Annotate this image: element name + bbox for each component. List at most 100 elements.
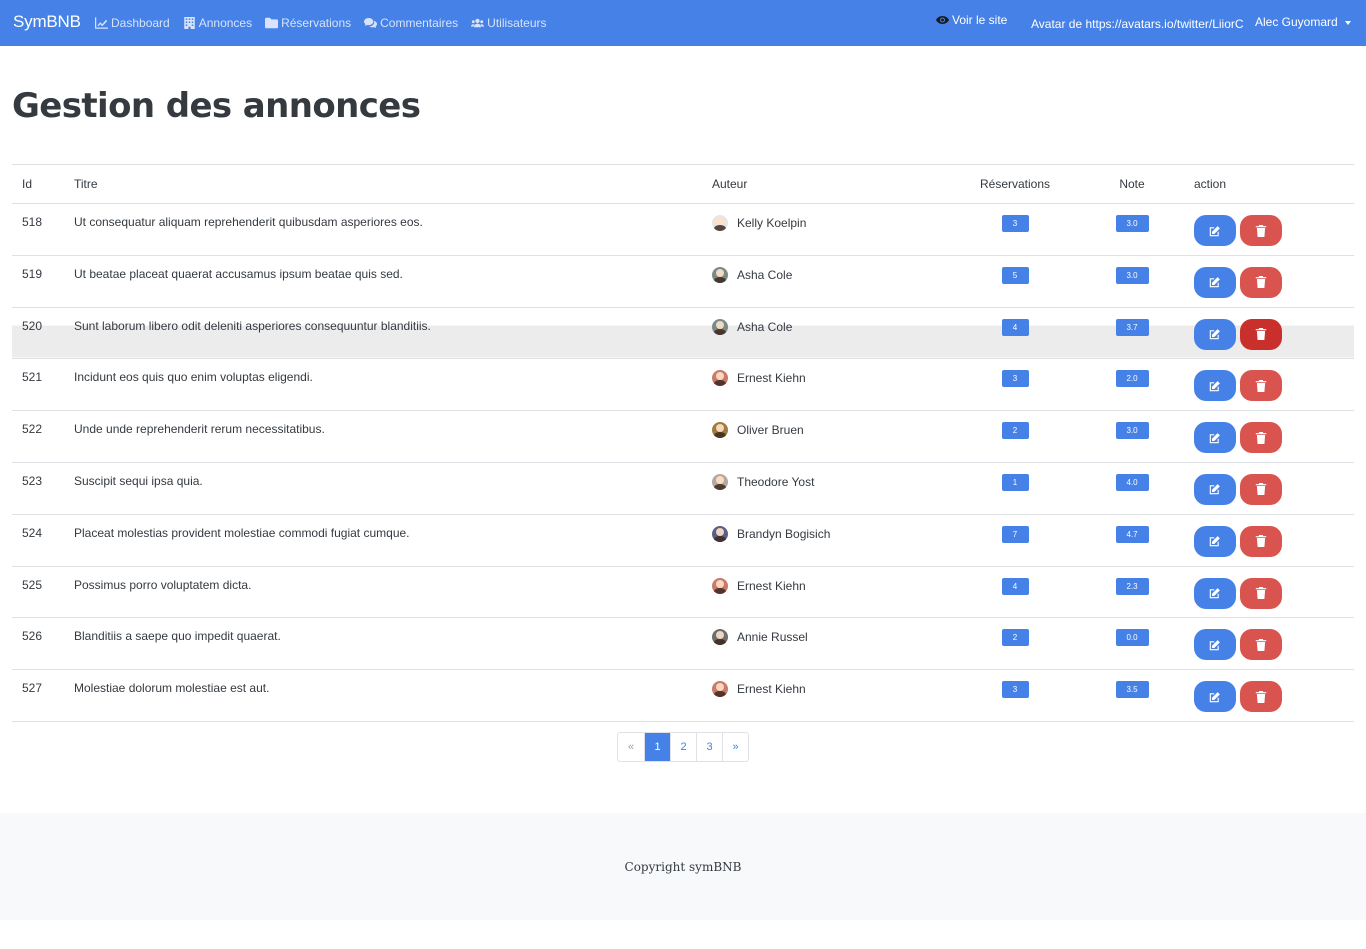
cell-author: Brandyn Bogisich: [712, 514, 960, 566]
cell-reservations: 4: [960, 307, 1070, 359]
delete-button[interactable]: [1240, 266, 1282, 298]
author-avatar: [712, 370, 728, 387]
nav-link-utilisateurs[interactable]: Utilisateurs: [471, 16, 547, 30]
cell-title: Blanditiis a saepe quo impedit quaerat.: [74, 629, 281, 644]
delete-button[interactable]: [1240, 422, 1282, 454]
note-badge: 0.0: [1115, 629, 1149, 647]
nav-link-label: Dashboard: [111, 16, 170, 30]
table-row: 522 Unde unde reprehenderit rerum necessi…: [12, 411, 1354, 463]
nav-link-reservations[interactable]: Réservations: [265, 16, 351, 30]
cell-id: 519: [22, 266, 43, 281]
author-name: Ernest Kiehn: [737, 371, 806, 386]
edit-button[interactable]: [1194, 473, 1236, 505]
author-avatar: [712, 473, 728, 490]
cell-author: Asha Cole: [712, 307, 960, 359]
footer: Copyright symBNB: [0, 813, 1366, 920]
reservations-badge: 4: [1001, 577, 1029, 595]
header-title: Titre: [74, 177, 98, 191]
edit-button[interactable]: [1194, 370, 1236, 402]
edit-button[interactable]: [1194, 525, 1236, 557]
cell-author: Oliver Bruen: [712, 411, 960, 463]
trash-icon: [1255, 431, 1267, 444]
table-row: 525 Possimus porro voluptatem dicta. Ernes…: [12, 566, 1354, 618]
delete-button[interactable]: [1240, 473, 1282, 505]
cell-title: Incidunt eos quis quo enim voluptas elig…: [74, 370, 313, 385]
cell-action: [1194, 359, 1354, 411]
nav-link-dashboard[interactable]: Dashboard: [95, 16, 170, 30]
cell-author: Kelly Koelpin: [712, 204, 960, 256]
author-name: Theodore Yost: [737, 474, 815, 489]
header-action: action: [1194, 177, 1227, 191]
building-icon: [183, 17, 195, 29]
page-title: Gestion des annonces: [12, 86, 421, 126]
ads-table-container: Id Titre Auteur Réservations Note action…: [12, 164, 1354, 722]
cell-author: Annie Russel: [712, 618, 960, 670]
cell-reservations: 4: [960, 566, 1070, 618]
cell-reservations: 2: [960, 618, 1070, 670]
author-avatar: [712, 525, 728, 542]
pagination-page-2[interactable]: 2: [670, 733, 696, 761]
cell-reservations: 7: [960, 514, 1070, 566]
cell-action: [1194, 307, 1354, 359]
cell-note: 2.3: [1070, 566, 1194, 618]
cell-id: 527: [22, 681, 43, 696]
delete-button[interactable]: [1240, 577, 1282, 609]
reservations-badge: 2: [1001, 422, 1029, 440]
author-avatar: [712, 681, 728, 698]
nav-link-annonces[interactable]: Annonces: [183, 16, 252, 30]
delete-button[interactable]: [1240, 525, 1282, 557]
cell-reservations: 2: [960, 411, 1070, 463]
user-dropdown-toggle[interactable]: Avatar de https://avatars.io/twitter/Lii…: [1031, 15, 1351, 32]
author-avatar: [712, 629, 728, 646]
delete-button[interactable]: [1240, 629, 1282, 661]
edit-button[interactable]: [1194, 266, 1236, 298]
cell-title: Ut beatae placeat quaerat accusamus ipsu…: [74, 266, 403, 281]
edit-button[interactable]: [1194, 422, 1236, 454]
author-name: Annie Russel: [737, 630, 808, 645]
cell-reservations: 1: [960, 462, 1070, 514]
trash-icon: [1255, 224, 1267, 237]
author-name: Brandyn Bogisich: [737, 526, 831, 541]
table-row: 521 Incidunt eos quis quo enim voluptas e…: [12, 359, 1354, 411]
author-avatar: [712, 215, 728, 231]
user-avatar-alt-text: Avatar de https://avatars.io/twitter/Lii…: [1031, 17, 1244, 31]
cell-action: [1194, 670, 1354, 722]
edit-button[interactable]: [1194, 681, 1236, 713]
pagination-page-3[interactable]: 3: [696, 733, 722, 761]
pagination-prev[interactable]: «: [618, 733, 644, 761]
pagination-page-1[interactable]: 1: [644, 733, 670, 761]
cell-title: Suscipit sequi ipsa quia.: [74, 473, 203, 488]
cell-title: Ut consequatur aliquam reprehenderit qui…: [74, 215, 423, 229]
reservations-badge: 3: [1001, 215, 1029, 232]
delete-button[interactable]: [1240, 215, 1282, 246]
nav-link-label: Annonces: [198, 16, 253, 30]
edit-button[interactable]: [1194, 318, 1236, 350]
edit-button[interactable]: [1194, 215, 1236, 246]
cell-title: Unde unde reprehenderit rerum necessitat…: [74, 422, 325, 437]
note-badge: 4.7: [1115, 525, 1149, 543]
edit-button[interactable]: [1194, 577, 1236, 609]
cell-action: [1194, 462, 1354, 514]
cell-author: Theodore Yost: [712, 462, 960, 514]
nav-link-commentaires[interactable]: Commentaires: [364, 16, 458, 30]
cell-id: 522: [22, 422, 43, 437]
cell-note: 4.7: [1070, 514, 1194, 566]
delete-button[interactable]: [1240, 370, 1282, 402]
edit-icon: [1209, 483, 1221, 495]
edit-button[interactable]: [1194, 629, 1236, 661]
table-row: 526 Blanditiis a saepe quo impedit quaera…: [12, 618, 1354, 670]
cell-author: Asha Cole: [712, 255, 960, 307]
brand-logo[interactable]: SymBNB: [13, 12, 81, 32]
cell-title: Sunt laborum libero odit deleniti asperi…: [74, 307, 712, 359]
header-reservations: Réservations: [979, 177, 1051, 191]
cell-id: 521: [22, 370, 43, 385]
delete-button[interactable]: [1240, 318, 1282, 350]
nav-link-label: Commentaires: [380, 16, 459, 30]
view-site-link[interactable]: Voir le site: [936, 13, 1007, 27]
delete-button[interactable]: [1240, 681, 1282, 713]
pagination-next[interactable]: »: [722, 733, 748, 761]
cell-note: 3.0: [1070, 411, 1194, 463]
edit-icon: [1209, 535, 1221, 547]
edit-icon: [1209, 691, 1221, 703]
table-row: 523 Suscipit sequi ipsa quia. Theodore Yos…: [12, 462, 1354, 515]
